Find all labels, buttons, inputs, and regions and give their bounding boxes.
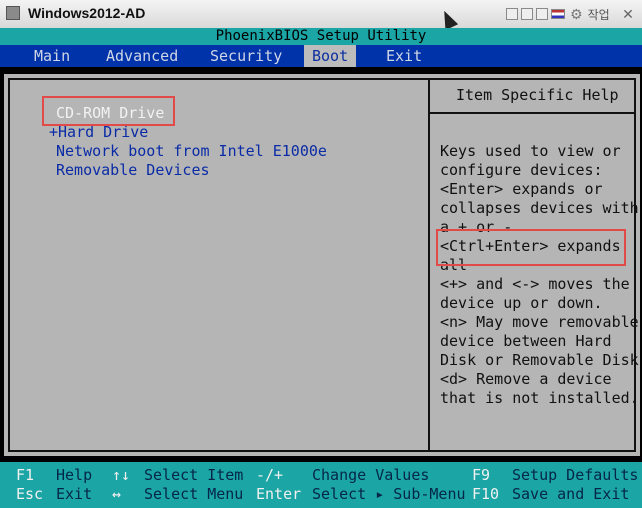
help-line: device between Hard	[440, 332, 612, 350]
bios-header: PhoenixBIOS Setup Utility	[0, 28, 642, 45]
boot-item-removable[interactable]: Removable Devices	[56, 161, 210, 179]
key-desc-exit: Exit	[56, 485, 93, 503]
window-icon	[6, 6, 20, 20]
bios-screen: PhoenixBIOS Setup Utility Main Advanced …	[0, 28, 642, 508]
tab-main[interactable]: Main	[32, 45, 72, 67]
key-f10: F10	[472, 485, 500, 503]
help-line: <+> and <-> moves the	[440, 275, 630, 293]
highlight-box-boot-item	[42, 96, 175, 126]
key-desc-setup-defaults: Setup Defaults	[512, 466, 639, 484]
bios-footer: F1 Help ↑↓ Select Item -/+ Change Values…	[0, 462, 642, 508]
key-desc-change-values: Change Values	[312, 466, 430, 484]
key-arrows-updown: ↑↓	[112, 466, 131, 484]
toolbar-button-3[interactable]	[536, 8, 548, 20]
key-desc-select-submenu: Select ▸ Sub-Menu	[312, 485, 466, 503]
toolbar-button-1[interactable]	[506, 8, 518, 20]
key-desc-help: Help	[56, 466, 93, 484]
help-line: device up or down.	[440, 294, 603, 312]
panel-divider-vertical	[428, 78, 430, 452]
flag-icon[interactable]	[551, 9, 565, 19]
key-desc-save-exit: Save and Exit	[512, 485, 630, 503]
boot-item-network[interactable]: Network boot from Intel E1000e	[56, 142, 327, 160]
help-line: Keys used to view or	[440, 142, 621, 160]
help-line: that is not installed.	[440, 389, 639, 407]
bios-menubar: Main Advanced Security Boot Exit	[0, 45, 642, 67]
tab-security[interactable]: Security	[208, 45, 284, 67]
key-f1: F1	[16, 466, 35, 484]
help-line: collapses devices with	[440, 199, 639, 217]
help-text: Keys used to view or configure devices: …	[440, 142, 640, 408]
help-line: Disk or Removable Disk	[440, 351, 639, 369]
toolbar-icons: ⚙ 작업	[506, 6, 610, 22]
bios-panel: CD-ROM Drive +Hard Drive Network boot fr…	[4, 74, 640, 456]
key-desc-select-menu: Select Menu	[144, 485, 244, 503]
help-line: <d> Remove a device	[440, 370, 612, 388]
toolbar-label[interactable]: 작업	[588, 6, 610, 23]
help-line: <n> May move removable	[440, 313, 639, 331]
window-titlebar: Windows2012-AD ⚙ 작업 ✕	[0, 0, 642, 29]
tab-boot[interactable]: Boot	[304, 45, 356, 67]
tab-exit[interactable]: Exit	[384, 45, 424, 67]
key-desc-select-item: Select Item	[144, 466, 244, 484]
key-esc: Esc	[16, 485, 44, 503]
gear-icon[interactable]: ⚙	[570, 7, 583, 21]
key-arrows-leftright: ↔	[112, 485, 122, 503]
panel-divider-horizontal	[428, 112, 636, 114]
toolbar-button-2[interactable]	[521, 8, 533, 20]
window-title: Windows2012-AD	[28, 5, 146, 21]
key-enter: Enter	[256, 485, 302, 503]
key-f9: F9	[472, 466, 491, 484]
tab-advanced[interactable]: Advanced	[104, 45, 180, 67]
highlight-box-help	[436, 229, 626, 266]
help-line: <Enter> expands or	[440, 180, 603, 198]
help-title: Item Specific Help	[456, 86, 619, 104]
key-minus-plus: -/+	[256, 466, 284, 484]
help-line: configure devices:	[440, 161, 603, 179]
close-icon[interactable]: ✕	[618, 4, 638, 24]
